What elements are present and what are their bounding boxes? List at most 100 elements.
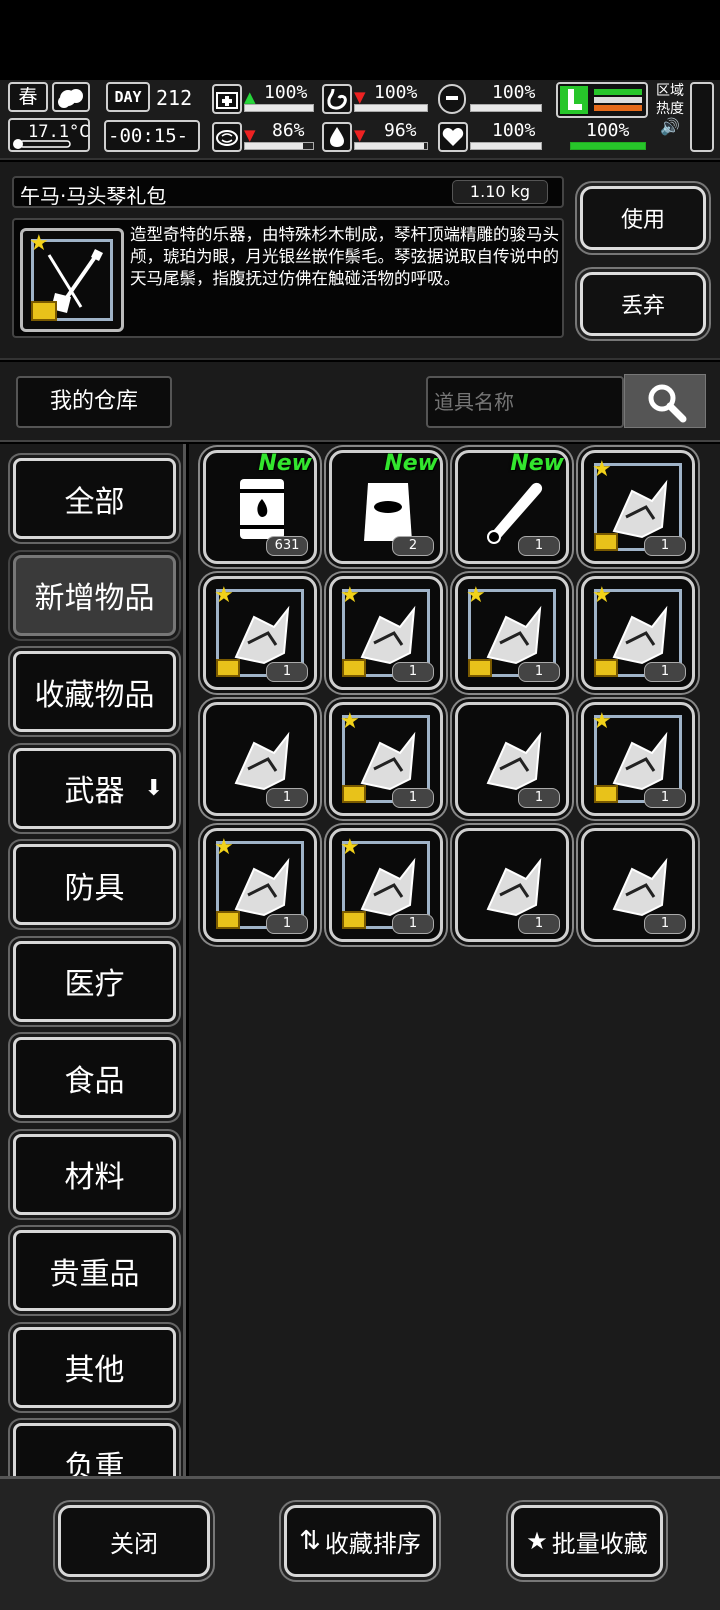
batch-favorite-button[interactable]: ★ 批量收藏 (511, 1505, 663, 1577)
item-count: 1 (644, 914, 686, 934)
category-3[interactable]: 武器 ⬇ (13, 747, 176, 829)
item-slot[interactable]: 1 (455, 828, 569, 942)
search-button[interactable] (624, 374, 706, 428)
category-label: 食品 (64, 1063, 125, 1099)
temperature-box: 17.1°C (8, 118, 90, 152)
item-title-bar: 午马·马头琴礼包 1.10 kg (12, 176, 564, 208)
item-count: 1 (644, 788, 686, 808)
star-icon: ★ (340, 709, 360, 734)
item-slot[interactable]: 1 (455, 702, 569, 816)
category-label: 医疗 (64, 967, 125, 1002)
item-slot[interactable]: ★ 1 (581, 576, 695, 690)
close-button[interactable]: 关闭 (58, 1505, 210, 1577)
health-value: 100% (264, 82, 308, 103)
category-5[interactable]: 医疗 (13, 940, 176, 1022)
category-10[interactable]: 负重 (13, 1423, 176, 1476)
category-7[interactable]: 材料 (13, 1133, 176, 1215)
category-label: 武器 (64, 774, 125, 809)
gift-icon (342, 659, 366, 677)
batch-favorite-label: 批量收藏 (551, 1529, 648, 1558)
gift-icon (216, 659, 240, 677)
item-slot[interactable]: ★ 1 (455, 576, 569, 690)
item-count: 1 (266, 914, 308, 934)
item-count: 631 (266, 536, 308, 556)
item-slot[interactable]: New 631 (203, 450, 317, 564)
item-count: 1 (266, 662, 308, 682)
category-6[interactable]: 食品 (13, 1037, 176, 1118)
arrow-down-icon: ⬇ (144, 775, 163, 801)
category-2[interactable]: 收藏物品 (13, 651, 176, 732)
star-icon: ★ (526, 1527, 548, 1555)
stamina-bar (470, 104, 542, 112)
item-slot[interactable]: New 1 (455, 450, 569, 564)
thirst-bar (354, 142, 428, 150)
item-description: 造型奇特的乐器，由特殊杉木制成，琴杆顶端精雕的骏马头颅，琥珀为眼，月光银丝嵌作鬃… (130, 225, 559, 288)
warehouse-title: 我的仓库 (16, 376, 172, 428)
category-label: 新增物品 (34, 581, 155, 616)
close-button-label: 关闭 (110, 1529, 158, 1558)
star-icon: ★ (340, 835, 360, 860)
thirst-value: 96% (384, 120, 417, 141)
category-8[interactable]: 贵重品 (13, 1230, 176, 1311)
search-input[interactable] (426, 376, 624, 428)
item-slot[interactable]: ★ 1 (581, 450, 695, 564)
sort-favorites-button[interactable]: ⇅ 收藏排序 (284, 1505, 436, 1577)
sort-favorites-label: 收藏排序 (324, 1529, 421, 1558)
new-badge: New (510, 451, 564, 476)
item-count: 1 (392, 914, 434, 934)
new-badge: New (258, 451, 312, 476)
item-weight: 1.10 kg (452, 180, 548, 204)
item-slot[interactable]: 1 (581, 828, 695, 942)
mood-value: 100% (492, 120, 536, 141)
stamina-value: 100% (492, 82, 536, 103)
item-count: 1 (518, 662, 560, 682)
clock-box: -00:15- (104, 120, 200, 152)
category-label: 负重 (64, 1449, 125, 1477)
item-slot[interactable]: ★ 1 (581, 702, 695, 816)
item-name: 午马·马头琴礼包 (20, 184, 167, 208)
gift-icon (342, 785, 366, 803)
stamina-icon (438, 84, 466, 114)
stomach-icon (322, 84, 352, 114)
item-count: 1 (644, 536, 686, 556)
item-slot[interactable]: ★ 1 (203, 576, 317, 690)
star-icon: ★ (592, 583, 612, 608)
gift-icon (216, 911, 240, 929)
mood-bar (470, 142, 542, 150)
item-slot[interactable]: 1 (203, 702, 317, 816)
category-label: 收藏物品 (34, 677, 155, 713)
discard-button[interactable]: 丢弃 (580, 272, 706, 336)
gift-icon (594, 785, 618, 803)
category-9[interactable]: 其他 (13, 1326, 176, 1408)
item-count: 1 (392, 788, 434, 808)
leg-icon (560, 86, 588, 114)
season-badge: 春 (8, 82, 48, 112)
gift-icon (342, 911, 366, 929)
item-slot[interactable]: ★ 1 (329, 828, 443, 942)
item-slot[interactable]: New 2 (329, 450, 443, 564)
new-badge: New (384, 451, 438, 476)
item-slot[interactable]: ★ 1 (329, 702, 443, 816)
thermometer-icon (13, 139, 71, 149)
item-description-box: ★ 造型奇特的乐器，由特殊杉木制成，琴杆顶端精雕的骏马头颅，琥珀为眼，月光银丝嵌… (12, 218, 564, 338)
hunger-bar (354, 104, 428, 112)
sort-arrows-icon: ⇅ (299, 1526, 321, 1556)
category-0[interactable]: 全部 (13, 458, 176, 539)
health-bar (244, 104, 314, 112)
star-icon: ★ (592, 709, 612, 734)
category-label: 其他 (64, 1353, 125, 1388)
zone-heat[interactable]: 区域热度 🔊 (654, 82, 686, 154)
item-count: 1 (266, 788, 308, 808)
zone-heat-label: 区域热度 (656, 83, 684, 117)
item-slot[interactable]: ★ 1 (203, 828, 317, 942)
star-icon: ★ (466, 583, 486, 608)
category-label: 材料 (64, 1160, 125, 1195)
item-count: 1 (392, 662, 434, 682)
gift-icon (31, 301, 57, 321)
medkit-icon (212, 84, 242, 114)
use-button[interactable]: 使用 (580, 186, 706, 250)
category-1[interactable]: 新增物品 (13, 554, 176, 636)
category-4[interactable]: 防具 (13, 844, 176, 925)
item-slot[interactable]: ★ 1 (329, 576, 443, 690)
item-count: 1 (518, 536, 560, 556)
